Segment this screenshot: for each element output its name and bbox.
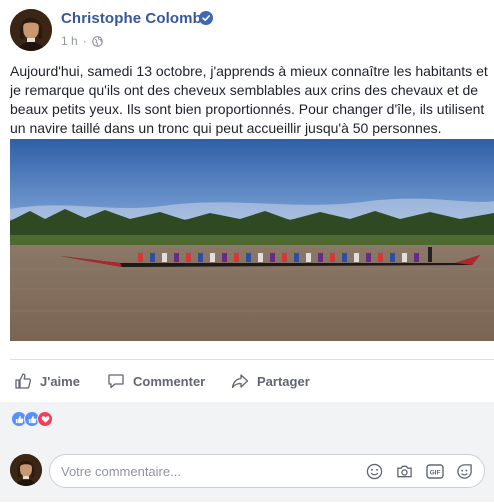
verified-badge-icon — [199, 11, 213, 25]
commenter-avatar[interactable] — [10, 454, 42, 486]
reaction-summary[interactable] — [11, 411, 53, 429]
comment-button[interactable]: Commenter — [107, 366, 205, 396]
post-actions: J'aime Commenter Partager — [0, 366, 494, 396]
globe-icon[interactable] — [91, 35, 103, 47]
like-label: J'aime — [40, 373, 80, 389]
author-name[interactable]: Christophe Colomb — [61, 10, 202, 27]
sticker-icon[interactable] — [455, 462, 474, 481]
emoji-icon[interactable] — [365, 462, 384, 481]
post-photo[interactable] — [10, 139, 494, 341]
post-time[interactable]: 1 h — [61, 34, 78, 48]
share-button[interactable]: Partager — [231, 366, 310, 396]
post-card: Christophe Colomb 1 h · Aujourd'hui, sam… — [0, 0, 494, 504]
post-meta: 1 h · — [61, 34, 103, 48]
svg-text:GIF: GIF — [429, 470, 440, 477]
comment-tools: GIF — [365, 462, 474, 481]
thumbs-up-icon — [15, 373, 32, 389]
author-avatar[interactable] — [10, 9, 52, 51]
share-label: Partager — [257, 373, 310, 389]
comment-input[interactable] — [61, 455, 361, 487]
share-arrow-icon — [231, 374, 249, 389]
meta-separator: · — [82, 34, 87, 48]
comment-box: GIF — [49, 454, 485, 488]
comment-label: Commenter — [133, 373, 206, 389]
camera-icon[interactable] — [395, 462, 414, 481]
like-button[interactable]: J'aime — [14, 366, 80, 396]
love-icon — [37, 411, 53, 427]
divider — [10, 359, 494, 360]
comment-bubble-icon — [108, 374, 124, 389]
gif-icon[interactable]: GIF — [425, 462, 444, 481]
post-text: Aujourd'hui, samedi 13 octobre, j'appren… — [10, 63, 488, 136]
